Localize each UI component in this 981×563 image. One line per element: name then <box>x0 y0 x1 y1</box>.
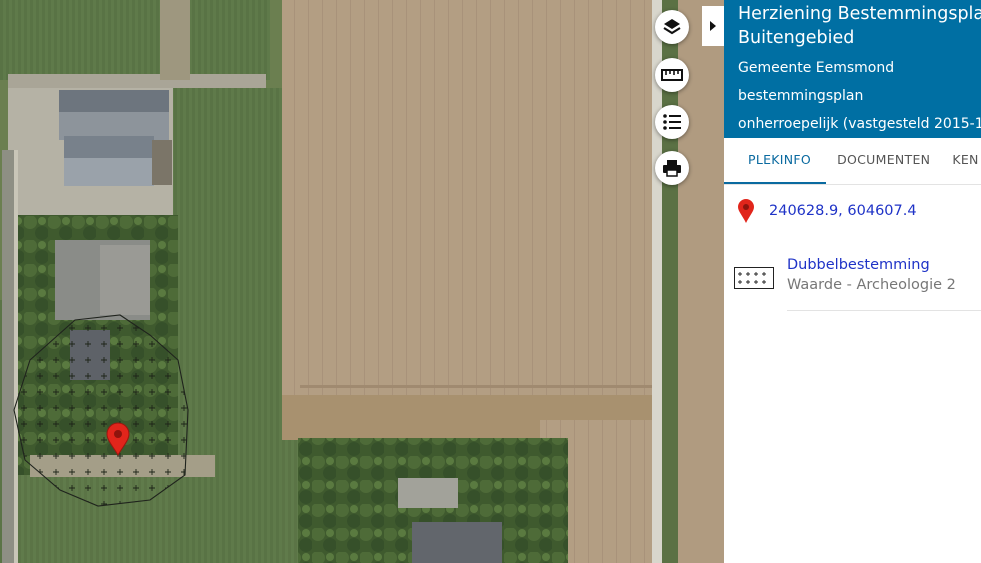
plan-type: bestemmingsplan <box>738 88 864 104</box>
print-icon <box>663 160 681 177</box>
item-name: Waarde - Archeologie 2 <box>787 277 956 293</box>
item-type-link[interactable]: Dubbelbestemming <box>787 255 956 275</box>
ruler-icon <box>661 69 683 81</box>
map-view[interactable] <box>0 0 724 563</box>
map-pin-icon <box>738 199 754 223</box>
measure-button[interactable] <box>655 58 689 92</box>
plan-item: Dubbelbestemming Waarde - Archeologie 2 <box>724 225 981 295</box>
caret-right-icon <box>710 21 716 31</box>
item-separator <box>787 310 981 311</box>
layers-button[interactable] <box>655 10 689 44</box>
aerial-photo <box>0 0 724 563</box>
info-panel: Herziening Bestemmingsplan Buitengebied … <box>724 0 981 563</box>
plan-title-line2: Buitengebied <box>738 28 855 48</box>
tab-documenten[interactable]: DOCUMENTEN <box>826 138 941 184</box>
tab-plekinfo[interactable]: PLEKINFO <box>724 138 827 184</box>
print-button[interactable] <box>655 151 689 185</box>
legend-icon <box>663 114 681 130</box>
plan-title: Herziening Bestemmingsplan Buitengebied <box>738 2 981 50</box>
panel-tabs: PLEKINFO DOCUMENTEN KEN <box>724 138 981 185</box>
plan-status: onherroepelijk (vastgesteld 2015-10- <box>738 116 981 132</box>
plan-title-line1: Herziening Bestemmingsplan <box>738 4 981 24</box>
municipality: Gemeente Eemsmond <box>738 60 895 76</box>
tab-kenmerken[interactable]: KEN <box>941 138 981 184</box>
panel-toggle-button[interactable] <box>702 6 724 46</box>
coordinates-link[interactable]: 240628.9, 604607.4 <box>769 203 917 219</box>
plan-header: Herziening Bestemmingsplan Buitengebied … <box>724 0 981 138</box>
coordinate-row: 240628.9, 604607.4 <box>724 185 981 225</box>
hatch-cross-icon <box>734 267 774 289</box>
layers-icon <box>663 19 681 35</box>
legend-button[interactable] <box>655 105 689 139</box>
